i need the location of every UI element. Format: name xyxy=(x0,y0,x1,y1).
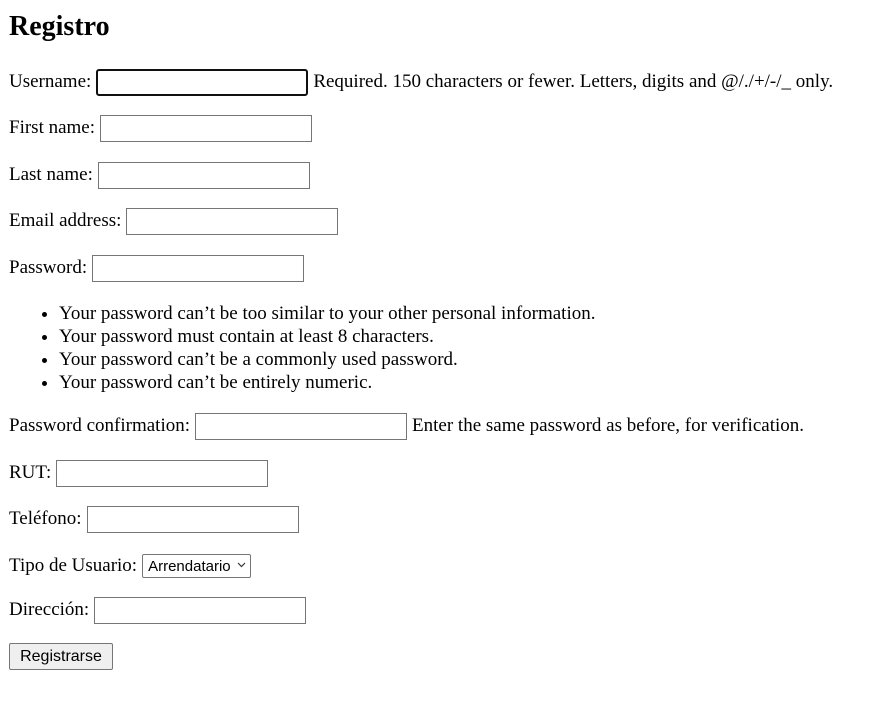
direccion-field[interactable] xyxy=(94,596,307,624)
tipo-usuario-row: Tipo de Usuario: Arrendatario xyxy=(9,552,251,580)
password-rule-item: Your password can’t be entirely numeric. xyxy=(59,371,596,394)
username-row: Username: Required. 150 characters or fe… xyxy=(9,68,833,96)
password-confirmation-label: Password confirmation: xyxy=(9,415,191,436)
email-label: Email address: xyxy=(9,210,122,231)
password-confirmation-row: Password confirmation: Enter the same pa… xyxy=(9,412,804,440)
last-name-row: Last name: xyxy=(9,161,315,189)
tipo-usuario-selected-value: Arrendatario xyxy=(148,557,231,575)
page-title: Registro xyxy=(9,11,110,42)
password-rules-list: Your password can’t be too similar to yo… xyxy=(0,302,596,394)
registration-page: Registro Username: Required. 150 charact… xyxy=(0,0,890,707)
first-name-row: First name: xyxy=(9,114,317,142)
username-field[interactable] xyxy=(96,68,309,96)
first-name-field[interactable] xyxy=(100,114,313,142)
username-help-text: Required. 150 characters or fewer. Lette… xyxy=(313,71,834,92)
password-rule-item: Your password can’t be a commonly used p… xyxy=(59,348,596,371)
password-row: Password: xyxy=(9,254,309,282)
username-label: Username: xyxy=(9,71,92,92)
password-field[interactable] xyxy=(92,254,305,282)
password-confirmation-field[interactable] xyxy=(195,412,408,440)
password-label: Password: xyxy=(9,257,88,278)
rut-row: RUT: xyxy=(9,459,273,487)
direccion-row: Dirección: xyxy=(9,596,311,624)
tipo-usuario-label: Tipo de Usuario: xyxy=(9,555,138,576)
password-rule-item: Your password must contain at least 8 ch… xyxy=(59,325,596,348)
first-name-label: First name: xyxy=(9,117,96,138)
chevron-down-icon xyxy=(237,561,246,571)
last-name-field[interactable] xyxy=(97,161,310,189)
rut-field[interactable] xyxy=(56,459,269,487)
telefono-field[interactable] xyxy=(86,505,299,533)
password-rule-item: Your password can’t be too similar to yo… xyxy=(59,302,596,325)
register-button[interactable]: Registrarse xyxy=(9,643,113,670)
email-row: Email address: xyxy=(9,207,343,235)
direccion-label: Dirección: xyxy=(9,599,90,620)
rut-label: RUT: xyxy=(9,462,52,483)
email-field[interactable] xyxy=(126,207,339,235)
last-name-label: Last name: xyxy=(9,164,93,185)
password-confirmation-help-text: Enter the same password as before, for v… xyxy=(412,415,805,436)
tipo-usuario-select[interactable]: Arrendatario xyxy=(142,554,251,578)
telefono-row: Teléfono: xyxy=(9,505,304,533)
telefono-label: Teléfono: xyxy=(9,508,82,529)
